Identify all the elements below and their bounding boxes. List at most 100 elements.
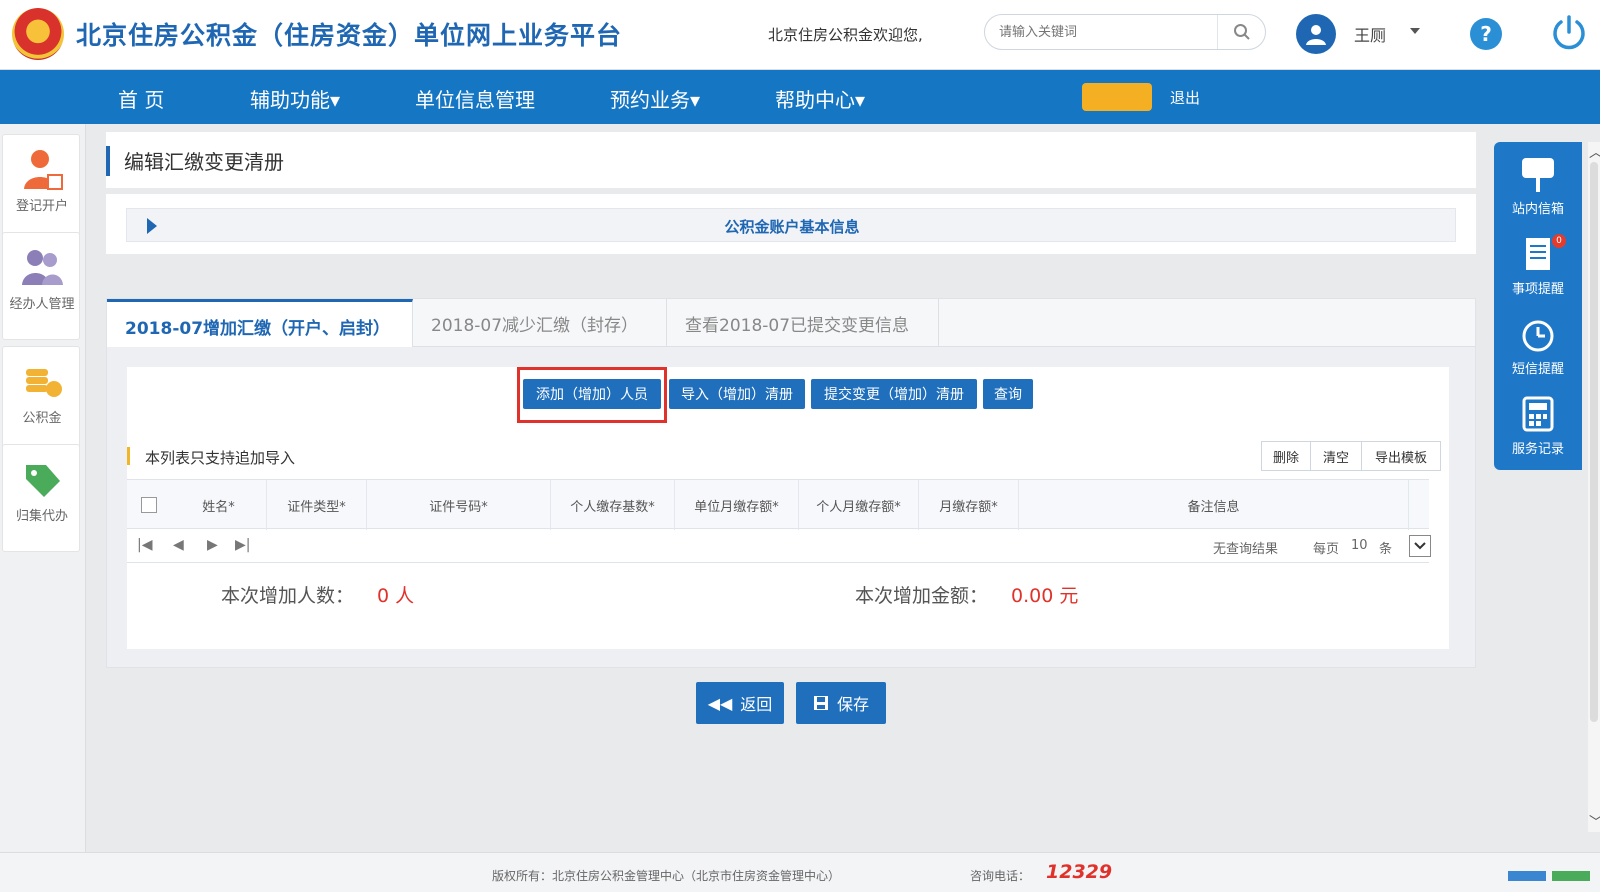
query-button[interactable]: 查询	[983, 379, 1033, 409]
nav-badge[interactable]	[1082, 83, 1152, 111]
search-box	[984, 14, 1266, 50]
search-button[interactable]	[1217, 15, 1265, 49]
people-icon	[22, 250, 63, 285]
mailbox-icon	[1522, 158, 1554, 192]
delete-button[interactable]: 删除	[1261, 441, 1311, 471]
search-icon	[1233, 24, 1250, 40]
search-input[interactable]	[999, 21, 1209, 43]
table-pager: |◀ ◀ ▶ ▶| 无查询结果 每页 10 条	[127, 529, 1431, 563]
increase-count-value: 0 人	[377, 585, 415, 607]
add-person-button[interactable]: 添加（增加）人员	[523, 379, 661, 409]
clear-button[interactable]: 清空	[1310, 441, 1362, 471]
tab-decrease[interactable]: 2018-07减少汇缴（封存）	[413, 299, 667, 347]
help-icon[interactable]: ?	[1470, 18, 1502, 50]
col-personal-monthly[interactable]: 个人月缴存额*	[799, 480, 919, 530]
tab-increase[interactable]: 2018-07增加汇缴（开户、启封）	[107, 299, 413, 347]
list-content: 添加（增加）人员 导入（增加）清册 提交变更（增加）清册 查询 本列表只支持追加…	[127, 367, 1449, 649]
table-header: 姓名* 证件类型* 证件号码* 个人缴存基数* 单位月缴存额* 个人月缴存额* …	[127, 479, 1429, 530]
increase-amount-label: 本次增加金额：	[855, 585, 989, 607]
col-remarks[interactable]: 备注信息	[1019, 480, 1409, 530]
col-name[interactable]: 姓名*	[171, 480, 267, 530]
site-title: 北京住房公积金（住房资金）单位网上业务平台	[76, 21, 623, 50]
select-all-checkbox[interactable]	[141, 497, 157, 513]
per-page-select[interactable]	[1409, 535, 1431, 557]
col-unit-monthly[interactable]: 单位月缴存额*	[675, 480, 799, 530]
coins-icon	[26, 369, 62, 397]
save-icon	[813, 696, 828, 710]
emblem-logo	[12, 8, 64, 60]
sidebar-item-label: 登记开户	[15, 199, 68, 214]
note-accent-bar	[127, 447, 130, 465]
save-button[interactable]: 保存	[796, 682, 886, 724]
per-page-suffix: 条	[1379, 542, 1393, 557]
power-icon[interactable]	[1548, 12, 1590, 54]
phone-label: 咨询电话：	[970, 869, 1031, 883]
no-results-text: 无查询结果	[1213, 542, 1279, 557]
sidebar-item-agency[interactable]: 归集代办	[2, 444, 80, 552]
increase-count-label: 本次增加人数：	[221, 585, 355, 607]
last-page-icon[interactable]: ▶|	[235, 537, 250, 553]
sidebar-item-operators[interactable]: 经办人管理	[2, 232, 80, 340]
footer-badge-blue[interactable]	[1508, 871, 1546, 881]
account-info-toggle[interactable]: 公积金账户基本信息	[126, 208, 1456, 242]
footer: 版权所有：北京住房公积金管理中心（北京市住房资金管理中心） 咨询电话： 1232…	[0, 852, 1600, 892]
tag-icon	[26, 465, 60, 497]
footer-badge-green[interactable]	[1552, 871, 1590, 881]
back-label: 返回	[740, 695, 773, 714]
nav-home[interactable]: 首 页	[118, 84, 164, 113]
right-item-reminder[interactable]: 0 事项提醒	[1494, 226, 1582, 306]
left-sidebar: 登记开户 经办人管理 公积金 归集代办	[0, 124, 86, 852]
col-personal-base[interactable]: 个人缴存基数*	[551, 480, 675, 530]
col-monthly-total[interactable]: 月缴存额*	[919, 480, 1019, 530]
copyright-text: 版权所有：北京住房公积金管理中心（北京市住房资金管理中心）	[492, 869, 841, 883]
sidebar-item-register[interactable]: 登记开户	[2, 134, 80, 242]
user-menu-caret-icon[interactable]	[1410, 28, 1420, 34]
welcome-text: 北京住房公积金欢迎您,	[768, 26, 923, 44]
scrollbar-thumb[interactable]	[1590, 162, 1598, 722]
next-page-icon[interactable]: ▶	[207, 537, 218, 553]
list-note: 本列表只支持追加导入	[145, 449, 296, 467]
alarm-clock-icon	[1522, 320, 1554, 352]
back-button[interactable]: ◀◀ 返回	[696, 682, 784, 724]
save-label: 保存	[836, 695, 869, 714]
right-item-label: 站内信箱	[1511, 202, 1564, 217]
nav-appointment[interactable]: 预约业务▾	[610, 84, 700, 113]
user-name[interactable]: 王厕	[1354, 22, 1386, 46]
main-navbar: 首 页 辅助功能▾ 单位信息管理 预约业务▾ 帮助中心▾ 退出	[0, 70, 1600, 124]
first-page-icon[interactable]: |◀	[137, 537, 152, 553]
scroll-down-icon[interactable]: ﹀	[1589, 812, 1600, 832]
user-avatar-icon[interactable]	[1296, 14, 1336, 54]
tab-bar: 2018-07增加汇缴（开户、启封） 2018-07减少汇缴（封存） 查看201…	[107, 299, 1475, 347]
prev-page-icon[interactable]: ◀	[173, 537, 184, 553]
nav-extra-link[interactable]: 退出	[1170, 87, 1200, 108]
submit-change-button[interactable]: 提交变更（增加）清册	[811, 379, 977, 409]
scroll-up-icon[interactable]: ︿	[1589, 142, 1600, 162]
sidebar-item-fund[interactable]: 公积金	[2, 346, 80, 454]
per-page-value: 10	[1351, 538, 1368, 553]
rewind-icon: ◀◀	[707, 693, 733, 713]
sidebar-item-label: 经办人管理	[9, 297, 75, 312]
nav-unit-info[interactable]: 单位信息管理	[415, 84, 535, 113]
notification-badge: 0	[1552, 234, 1566, 248]
sidebar-item-label: 归集代办	[15, 509, 68, 524]
top-header: 北京住房公积金（住房资金）单位网上业务平台 北京住房公积金欢迎您, 王厕 ?	[0, 0, 1600, 70]
right-sidebar: 站内信箱 0 事项提醒 短信提醒 服务记录	[1494, 142, 1582, 470]
export-template-button[interactable]: 导出模板	[1361, 441, 1441, 471]
nav-help-center[interactable]: 帮助中心▾	[775, 84, 865, 113]
import-list-button[interactable]: 导入（增加）清册	[669, 379, 805, 409]
col-id-type[interactable]: 证件类型*	[267, 480, 367, 530]
per-page-prefix: 每页	[1313, 542, 1340, 557]
person-edit-icon	[24, 150, 63, 190]
right-item-label: 服务记录	[1511, 442, 1564, 457]
chevron-down-icon	[1414, 542, 1426, 550]
increase-amount-value: 0.00 元	[1011, 585, 1079, 607]
phone-number: 12329	[1046, 861, 1113, 883]
account-info-title: 公积金账户基本信息	[724, 218, 860, 236]
nav-auxiliary[interactable]: 辅助功能▾	[250, 84, 340, 113]
tab-submitted[interactable]: 查看2018-07已提交变更信息	[667, 299, 939, 347]
col-id-number[interactable]: 证件号码*	[367, 480, 551, 530]
right-item-service-record[interactable]: 服务记录	[1494, 386, 1582, 466]
right-item-mailbox[interactable]: 站内信箱	[1494, 146, 1582, 226]
right-item-sms[interactable]: 短信提醒	[1494, 306, 1582, 386]
sidebar-item-label: 公积金	[22, 411, 62, 426]
